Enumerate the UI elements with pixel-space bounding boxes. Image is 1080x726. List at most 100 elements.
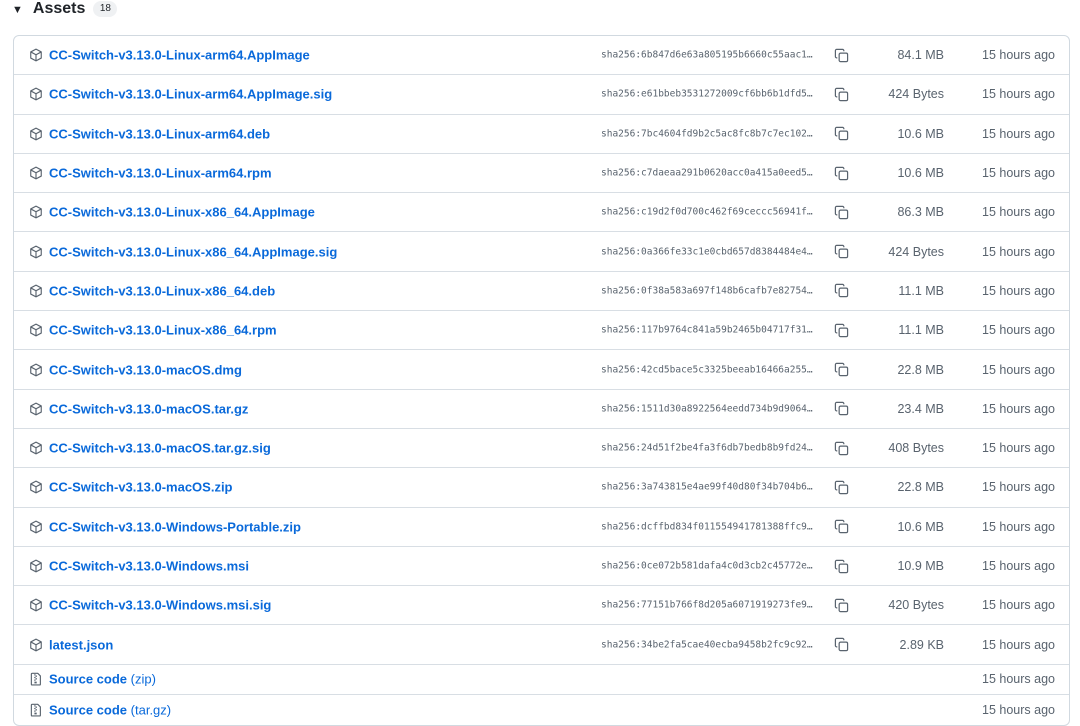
asset-size: 408 Bytes — [888, 441, 944, 456]
asset-download-link[interactable]: CC-Switch-v3.13.0-Windows.msi — [49, 559, 249, 574]
asset-download-link[interactable]: CC-Switch-v3.13.0-Windows.msi.sig — [49, 598, 271, 613]
copy-icon[interactable] — [832, 361, 850, 379]
asset-download-link[interactable]: CC-Switch-v3.13.0-macOS.zip — [49, 480, 233, 495]
copy-icon[interactable] — [832, 282, 850, 300]
asset-download-link[interactable]: CC-Switch-v3.13.0-Linux-x86_64.deb — [49, 283, 275, 298]
asset-time: 15 hours ago — [982, 87, 1055, 102]
asset-download-link[interactable]: CC-Switch-v3.13.0-Linux-arm64.AppImage.s… — [49, 87, 332, 102]
asset-time: 15 hours ago — [982, 598, 1055, 613]
source-code-row: Source code (zip) 15 hours ago — [14, 665, 1069, 695]
asset-sha256: sha256:24d51f2be4fa3f6db7bedb8b9fd24… — [601, 442, 813, 454]
asset-size: 424 Bytes — [888, 87, 944, 102]
package-icon — [29, 402, 43, 416]
asset-download-link[interactable]: CC-Switch-v3.13.0-Linux-arm64.deb — [49, 126, 270, 141]
copy-icon[interactable] — [832, 321, 850, 339]
package-icon — [29, 363, 43, 377]
asset-time: 15 hours ago — [982, 166, 1055, 181]
asset-download-link[interactable]: latest.json — [49, 637, 113, 652]
source-code-link[interactable]: Source code (zip) — [49, 672, 156, 687]
asset-sha256: sha256:c7daeaa291b0620acc0a415a0eed5… — [601, 167, 813, 179]
asset-size: 22.8 MB — [897, 362, 944, 377]
asset-row: CC-Switch-v3.13.0-Windows.msi.sig sha256:… — [14, 586, 1069, 626]
asset-download-link[interactable]: CC-Switch-v3.13.0-macOS.dmg — [49, 362, 242, 377]
asset-row: latest.json sha256:34be2fa5cae40ecba9458b… — [14, 625, 1069, 665]
copy-icon[interactable] — [832, 164, 850, 182]
asset-time: 15 hours ago — [982, 672, 1055, 687]
asset-sha256: sha256:e61bbeb3531272009cf6bb6b1dfd5… — [601, 88, 813, 100]
asset-download-link[interactable]: CC-Switch-v3.13.0-macOS.tar.gz.sig — [49, 441, 271, 456]
asset-download-link[interactable]: CC-Switch-v3.13.0-Linux-x86_64.rpm — [49, 323, 277, 338]
copy-icon[interactable] — [832, 518, 850, 536]
asset-download-link[interactable]: CC-Switch-v3.13.0-Linux-x86_64.AppImage.… — [49, 244, 337, 259]
asset-download-link[interactable]: CC-Switch-v3.13.0-macOS.tar.gz — [49, 401, 248, 416]
copy-icon[interactable] — [832, 85, 850, 103]
caret-down-icon: ▼ — [12, 3, 23, 16]
asset-sha256: sha256:42cd5bace5c3325beeab16466a255… — [601, 364, 813, 376]
asset-size: 2.89 KB — [899, 637, 944, 652]
asset-sha256: sha256:7bc4604fd9b2c5ac8fc8b7c7ec102… — [601, 128, 813, 140]
copy-icon[interactable] — [832, 557, 850, 575]
source-code-format: (zip) — [130, 671, 156, 687]
package-icon — [29, 441, 43, 455]
copy-icon[interactable] — [832, 439, 850, 457]
asset-sha256: sha256:c19d2f0d700c462f69ceccc56941f… — [601, 206, 813, 218]
package-icon — [29, 638, 43, 652]
asset-row: CC-Switch-v3.13.0-macOS.zip sha256:3a7438… — [14, 468, 1069, 508]
asset-sha256: sha256:117b9764c841a59b2465b04717f31… — [601, 324, 813, 336]
asset-row: CC-Switch-v3.13.0-macOS.dmg sha256:42cd5b… — [14, 350, 1069, 390]
copy-icon[interactable] — [832, 243, 850, 261]
source-code-link[interactable]: Source code (tar.gz) — [49, 702, 171, 717]
asset-time: 15 hours ago — [982, 48, 1055, 63]
assets-toggle[interactable]: ▼ Assets 18 — [12, 0, 118, 18]
asset-sha256: sha256:6b847d6e63a805195b6660c55aac1… — [601, 49, 813, 61]
asset-sha256: sha256:3a743815e4ae99f40d80f34b704b6… — [601, 481, 813, 493]
asset-size: 10.9 MB — [897, 559, 944, 573]
asset-sha256: sha256:1511d30a8922564eedd734b9d9064… — [601, 403, 813, 415]
asset-size: 420 Bytes — [888, 598, 944, 613]
asset-list: CC-Switch-v3.13.0-Linux-arm64.AppImage sh… — [13, 35, 1070, 726]
asset-time: 15 hours ago — [982, 126, 1055, 141]
assets-title: Assets — [32, 0, 86, 17]
asset-sha256: sha256:34be2fa5cae40ecba9458b2fc9c92… — [601, 639, 813, 651]
source-code-format: (tar.gz) — [130, 702, 172, 718]
asset-row: CC-Switch-v3.13.0-Linux-x86_64.AppImage.… — [14, 232, 1069, 272]
copy-icon[interactable] — [832, 400, 850, 418]
asset-row: CC-Switch-v3.13.0-Windows-Portable.zip sh… — [14, 508, 1069, 547]
asset-time: 15 hours ago — [982, 702, 1055, 717]
asset-time: 15 hours ago — [982, 283, 1055, 298]
asset-download-link[interactable]: CC-Switch-v3.13.0-Linux-arm64.AppImage — [49, 48, 310, 63]
asset-row: CC-Switch-v3.13.0-Linux-x86_64.AppImage s… — [14, 193, 1069, 233]
asset-row: CC-Switch-v3.13.0-Linux-arm64.AppImage sh… — [14, 36, 1069, 76]
package-icon — [29, 127, 43, 141]
source-code-label: Source code — [49, 671, 128, 687]
copy-icon[interactable] — [832, 125, 850, 143]
copy-icon[interactable] — [832, 596, 850, 614]
package-icon — [29, 166, 43, 180]
copy-icon[interactable] — [832, 46, 850, 64]
asset-time: 15 hours ago — [982, 205, 1055, 220]
asset-download-link[interactable]: CC-Switch-v3.13.0-Linux-arm64.rpm — [49, 166, 272, 181]
asset-row: CC-Switch-v3.13.0-Linux-x86_64.deb sha256… — [14, 272, 1069, 312]
package-icon — [29, 48, 43, 62]
asset-time: 15 hours ago — [982, 323, 1055, 338]
package-icon — [29, 520, 43, 534]
asset-size: 86.3 MB — [897, 205, 944, 220]
asset-download-link[interactable]: CC-Switch-v3.13.0-Windows-Portable.zip — [49, 519, 301, 534]
asset-sha256: sha256:77151b766f8d205a6071919273fe9… — [601, 599, 813, 611]
package-icon — [29, 323, 43, 337]
asset-time: 15 hours ago — [982, 480, 1055, 495]
package-icon — [29, 87, 43, 101]
asset-time: 15 hours ago — [982, 441, 1055, 456]
package-icon — [29, 205, 43, 219]
asset-sha256: sha256:0ce072b581dafa4c0d3cb2c45772e… — [601, 560, 813, 572]
package-icon — [29, 559, 43, 573]
asset-size: 10.6 MB — [897, 166, 944, 181]
copy-icon[interactable] — [832, 478, 850, 496]
asset-download-link[interactable]: CC-Switch-v3.13.0-Linux-x86_64.AppImage — [49, 205, 315, 220]
source-code-row: Source code (tar.gz) 15 hours ago — [14, 695, 1069, 725]
asset-size: 22.8 MB — [897, 480, 944, 495]
copy-icon[interactable] — [832, 636, 850, 654]
asset-row: CC-Switch-v3.13.0-Linux-x86_64.rpm sha256… — [14, 311, 1069, 351]
copy-icon[interactable] — [832, 203, 850, 221]
package-icon — [29, 245, 43, 259]
